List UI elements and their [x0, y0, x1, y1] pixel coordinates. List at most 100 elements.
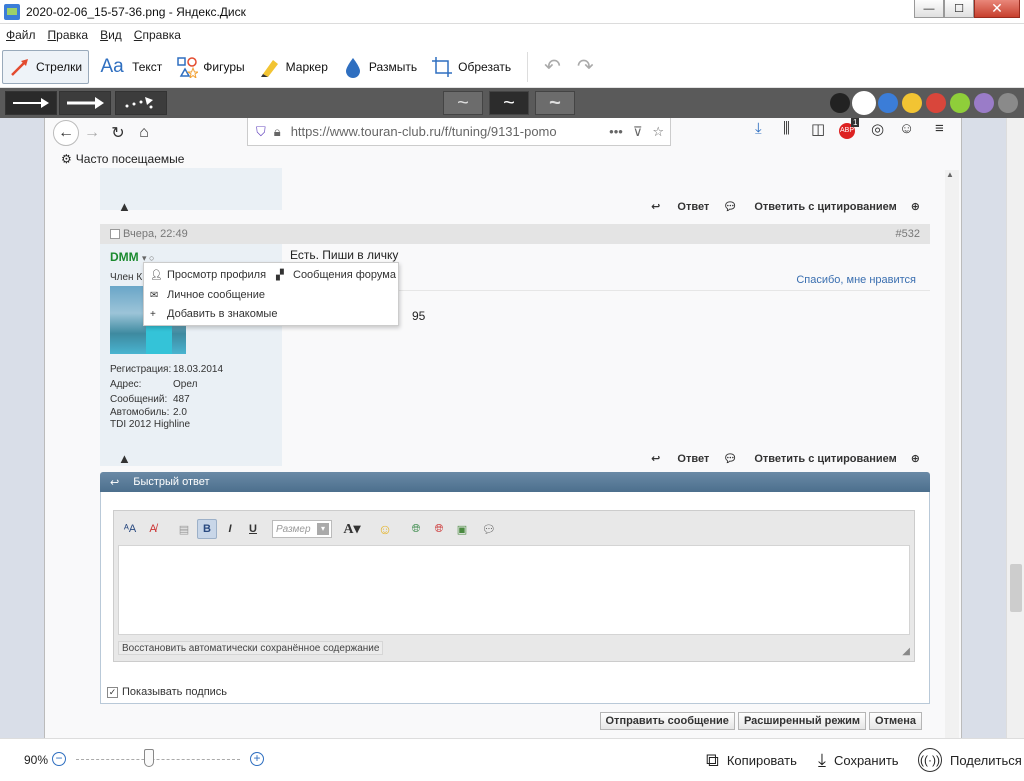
text-editor: ᴬA A̸ ▤ B I U Размер A▾ ☺ 🌐︎ 🌐︎ ▣ 💬︎ — [113, 510, 915, 662]
color-swatch-purple[interactable] — [974, 93, 994, 113]
reply-button[interactable]: ↩ Ответ — [651, 200, 709, 213]
save-button[interactable]: ⤓ Сохранить — [818, 750, 899, 771]
tool-marker[interactable]: Маркер — [253, 50, 334, 84]
color-swatch-yellow[interactable] — [902, 93, 922, 113]
italic-button[interactable]: I — [220, 519, 240, 539]
download-icon[interactable]: ⤓ — [755, 120, 762, 137]
tool-crop[interactable]: Обрезать — [425, 50, 517, 84]
library-icon[interactable]: ⫼ — [783, 120, 790, 137]
font-size-select[interactable]: Размер — [272, 520, 332, 538]
multiquote-icon[interactable]: ⊕ — [911, 200, 920, 213]
color-swatch-red[interactable] — [926, 93, 946, 113]
report-icon[interactable]: ▲ — [118, 451, 131, 466]
color-swatch-black[interactable] — [830, 93, 850, 113]
sidebar-icon[interactable]: ◫ — [811, 120, 825, 138]
share-button[interactable]: ((·)) Поделиться — [918, 748, 1022, 772]
reload-button[interactable]: ↻ — [105, 120, 131, 146]
account-icon[interactable]: ☺ — [899, 120, 914, 137]
page-actions-icon[interactable]: ••• — [609, 124, 623, 139]
bold-button[interactable]: B — [197, 519, 217, 539]
stroke-width-thick[interactable]: ~ — [535, 91, 575, 115]
tool-shapes[interactable]: Фигуры — [170, 50, 250, 84]
report-icon[interactable]: ▲ — [118, 199, 131, 214]
stroke-width-medium[interactable]: ~ — [489, 91, 529, 115]
add-friend-item[interactable]: + Добавить в знакомые — [150, 308, 277, 320]
text-color-button[interactable]: A▾ — [338, 519, 366, 539]
thanks-link[interactable]: Спасибо, мне нравится — [796, 274, 916, 286]
hamburger-menu-icon[interactable]: ≡ — [935, 120, 944, 137]
close-button[interactable]: ✕ — [974, 0, 1020, 18]
smiley-icon[interactable]: ☺ — [375, 519, 395, 539]
color-swatch-white[interactable] — [854, 93, 874, 113]
advanced-mode-button[interactable]: Расширенный режим — [737, 712, 867, 730]
font-icon[interactable]: ᴬA — [120, 519, 140, 539]
messages-icon: ▞ — [276, 269, 284, 281]
crop-icon — [431, 56, 453, 78]
bookmark-frequent[interactable]: Часто посещаемые — [76, 152, 185, 166]
forward-button[interactable]: → — [79, 120, 105, 146]
extension-icon[interactable]: ◎ — [871, 120, 884, 138]
unlink-icon[interactable]: 🌐︎ — [429, 519, 449, 539]
post-select-checkbox[interactable] — [110, 229, 120, 239]
link-icon[interactable]: 🌐︎ — [406, 519, 426, 539]
zoom-slider[interactable] — [76, 759, 240, 760]
tool-text[interactable]: Aa Текст — [91, 50, 168, 84]
url-bar[interactable]: ⛉ 🔒︎ https://www.touran-club.ru/f/tuning… — [247, 118, 671, 146]
tool-blur[interactable]: Размыть — [336, 50, 423, 84]
stroke-width-thin[interactable]: ~ — [443, 91, 483, 115]
message-textarea[interactable] — [118, 545, 910, 635]
arrow-style-dotted[interactable] — [115, 91, 167, 115]
view-profile-item[interactable]: 👤︎ Просмотр профиля — [150, 269, 266, 281]
page-scrollbar[interactable]: ▲ — [945, 170, 959, 738]
canvas-scrollbar[interactable] — [1006, 118, 1024, 738]
color-swatch-blue[interactable] — [878, 93, 898, 113]
underline-button[interactable]: U — [243, 519, 263, 539]
tool-arrows[interactable]: Стрелки — [2, 49, 90, 84]
text-icon: Aa — [100, 55, 124, 77]
image-icon[interactable]: ▣ — [452, 519, 472, 539]
menu-help[interactable]: Справка — [134, 28, 181, 42]
reply-button[interactable]: ↩ Ответ — [651, 452, 709, 465]
undo-icon[interactable]: ↶ — [544, 54, 561, 79]
arrow-style-thin[interactable] — [5, 91, 57, 115]
quote-reply-button[interactable]: 💬︎ Ответить с цитированием — [723, 200, 896, 213]
color-swatch-gray[interactable] — [998, 93, 1018, 113]
multiquote-icon[interactable]: ⊕ — [911, 452, 920, 465]
resize-grip-icon[interactable]: ◢ — [902, 646, 910, 657]
zoom-out-button[interactable]: − — [52, 752, 66, 766]
home-button[interactable]: ⌂ — [131, 120, 157, 146]
show-signature-option[interactable]: ✓ Показывать подпись — [107, 686, 227, 698]
color-swatch-green[interactable] — [950, 93, 970, 113]
bookmark-star-icon[interactable]: ☆ — [652, 124, 664, 140]
redo-icon[interactable]: ↷ — [577, 54, 594, 79]
show-signature-label: Показывать подпись — [122, 686, 228, 698]
post-text: Есть. Пиши в личку — [290, 248, 399, 262]
quote-icon[interactable]: 💬︎ — [479, 519, 499, 539]
zoom-in-button[interactable]: + — [250, 752, 264, 766]
copy-button[interactable]: ⧉ Копировать — [706, 750, 797, 771]
cancel-button[interactable]: Отмена — [869, 712, 922, 730]
user-rank: Член К — [110, 272, 143, 283]
post-number[interactable]: #532 — [896, 228, 920, 240]
user-menu-popup: 👤︎ Просмотр профиля ▞ Сообщения форума ✉ Ли… — [143, 262, 399, 326]
minimize-button[interactable]: — — [914, 0, 944, 18]
canvas-scroll-thumb[interactable] — [1010, 564, 1022, 612]
show-signature-checkbox[interactable]: ✓ — [107, 686, 118, 698]
menu-file[interactable]: Файл — [6, 28, 36, 42]
arrow-icon — [9, 56, 31, 78]
zoom-slider-thumb[interactable] — [144, 749, 154, 767]
send-message-button[interactable]: Отправить сообщение — [599, 712, 735, 730]
quote-reply-button[interactable]: 💬︎ Ответить с цитированием — [723, 452, 896, 465]
menu-edit[interactable]: Правка — [48, 28, 89, 42]
maximize-button[interactable]: ☐ — [944, 0, 974, 18]
remove-format-icon[interactable]: A̸ — [143, 519, 163, 539]
back-button[interactable]: ← — [53, 120, 79, 146]
forum-messages-item[interactable]: ▞ Сообщения форума — [276, 269, 396, 281]
private-message-item[interactable]: ✉ Личное сообщение — [150, 289, 265, 301]
pocket-icon[interactable]: ⊽ — [633, 124, 643, 140]
menu-view[interactable]: Вид — [100, 28, 122, 42]
restore-content-button[interactable]: Восстановить автоматически сохранённое с… — [118, 641, 384, 655]
arrow-style-thick[interactable] — [59, 91, 111, 115]
post-header: Вчера, 22:49 #532 — [100, 224, 930, 244]
paste-icon[interactable]: ▤ — [174, 519, 194, 539]
